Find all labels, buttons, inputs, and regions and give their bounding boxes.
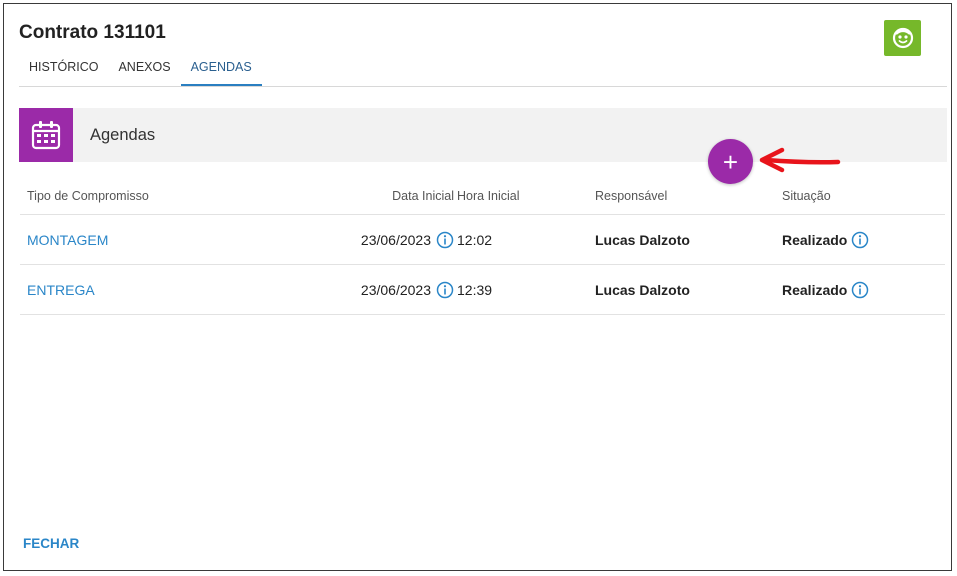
row-responsavel: Lucas Dalzoto <box>595 281 690 298</box>
row-data: 23/06/2023 <box>360 281 431 298</box>
row-tipo-link[interactable]: ENTREGA <box>27 282 95 298</box>
tab-bar: HISTÓRICO ANEXOS AGENDAS <box>19 48 947 87</box>
header-responsavel: Responsável <box>595 189 668 203</box>
face-logo-icon <box>892 27 913 49</box>
row-tipo-link[interactable]: MONTAGEM <box>27 232 108 248</box>
info-icon[interactable] <box>436 281 454 299</box>
calendar-icon <box>31 121 61 150</box>
header-situacao: Situação <box>782 189 831 203</box>
close-button[interactable]: FECHAR <box>23 536 79 551</box>
row-hora: 12:02 <box>457 231 493 248</box>
table-header: Tipo de Compromisso Data Inicial Hora In… <box>20 178 945 215</box>
row-responsavel: Lucas Dalzoto <box>595 231 690 248</box>
page-title: Contrato 131101 <box>19 22 166 43</box>
table-row: MONTAGEM 23/06/2023 12:02 Lucas Dalzoto … <box>20 215 945 265</box>
header-tipo: Tipo de Compromisso <box>27 189 149 203</box>
section-title: Agendas <box>90 126 156 144</box>
row-hora: 12:39 <box>457 281 493 298</box>
tab-agendas[interactable]: AGENDAS <box>180 48 262 86</box>
tab-anexos[interactable]: ANEXOS <box>108 48 180 86</box>
header-hora-inicial: Hora Inicial <box>457 189 520 203</box>
annotation-arrow-icon <box>759 147 841 173</box>
row-data: 23/06/2023 <box>360 231 431 248</box>
section-icon-box <box>19 108 73 162</box>
info-icon[interactable] <box>851 281 869 299</box>
row-situacao: Realizado <box>782 231 848 248</box>
agendas-table: Tipo de Compromisso Data Inicial Hora In… <box>20 178 945 315</box>
info-icon[interactable] <box>436 231 454 249</box>
table-row: ENTREGA 23/06/2023 12:39 Lucas Dalzoto R… <box>20 265 945 315</box>
info-icon[interactable] <box>851 231 869 249</box>
dialog-window: Contrato 131101 HISTÓRICO ANEXOS AGENDAS <box>3 3 952 571</box>
tab-historico[interactable]: HISTÓRICO <box>19 48 108 86</box>
row-situacao: Realizado <box>782 281 848 298</box>
header-data-inicial: Data Inicial <box>392 189 454 203</box>
